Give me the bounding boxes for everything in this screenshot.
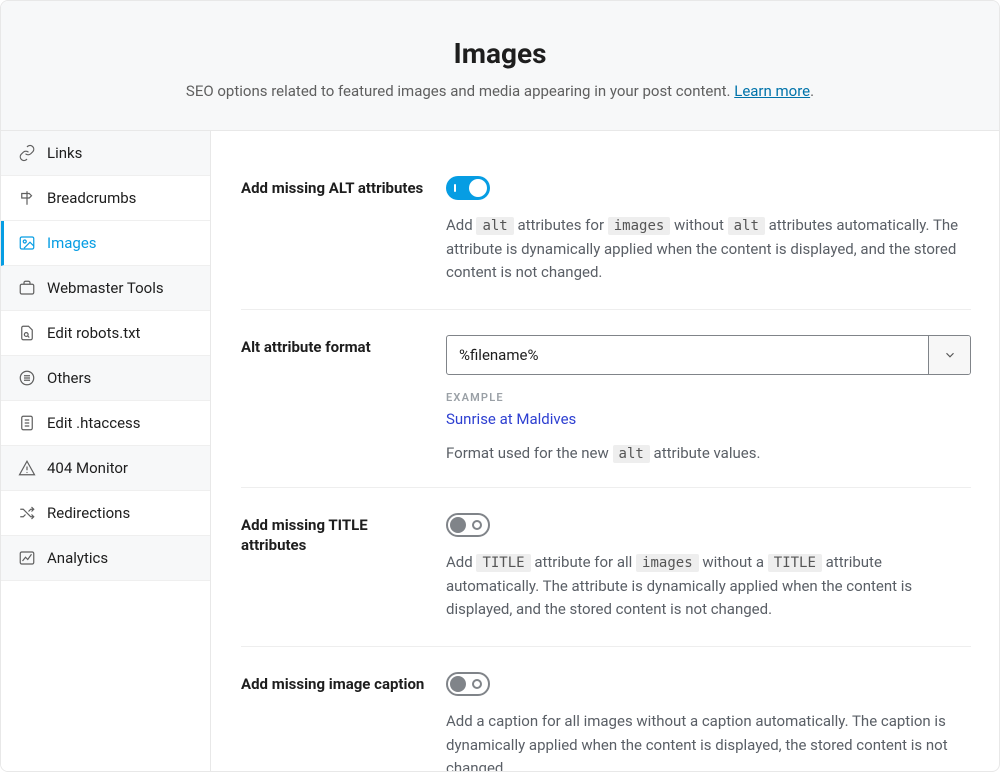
sidebar-item-label: Edit robots.txt: [47, 324, 140, 342]
sidebar-item-label: Links: [47, 144, 82, 162]
select-value: %filename%: [447, 336, 928, 374]
example-label: EXAMPLE: [446, 391, 971, 404]
sidebar-item-label: Edit .htaccess: [47, 414, 141, 432]
setting-title-missing: Add missing TITLE attributes Add TITLE a…: [241, 488, 971, 647]
sidebar-item-analytics[interactable]: Analytics: [1, 536, 210, 581]
sidebar-item-breadcrumbs[interactable]: Breadcrumbs: [1, 176, 210, 221]
sidebar-item-edit-htaccess[interactable]: Edit .htaccess: [1, 401, 210, 446]
chevron-down-icon: [928, 336, 970, 374]
sidebar-item-label: Breadcrumbs: [47, 189, 136, 207]
page-title: Images: [21, 37, 979, 70]
settings-content: Add missing ALT attributes Add alt attri…: [211, 131, 999, 771]
shuffle-icon: [17, 503, 37, 523]
setting-description: Add TITLE attribute for all images witho…: [446, 551, 971, 621]
page-header: Images SEO options related to featured i…: [1, 1, 999, 131]
image-icon: [17, 233, 37, 253]
setting-label: Add missing TITLE attributes: [241, 513, 426, 621]
setting-label: Add missing image caption: [241, 672, 426, 771]
sidebar-item-label: Others: [47, 369, 91, 387]
toggle-title-missing[interactable]: [446, 513, 490, 537]
example-value: Sunrise at Maldives: [446, 410, 971, 428]
signpost-icon: [17, 188, 37, 208]
chart-icon: [17, 548, 37, 568]
sidebar-item-label: Images: [47, 234, 97, 252]
sidebar-item-label: Redirections: [47, 504, 130, 522]
sidebar-item-label: Analytics: [47, 549, 108, 567]
settings-panel: Images SEO options related to featured i…: [0, 0, 1000, 772]
sidebar-item-404-monitor[interactable]: 404 Monitor: [1, 446, 210, 491]
briefcase-icon: [17, 278, 37, 298]
setting-description: Add a caption for all images without a c…: [446, 710, 971, 771]
file-search-icon: [17, 323, 37, 343]
sidebar-item-webmaster-tools[interactable]: Webmaster Tools: [1, 266, 210, 311]
sidebar-item-redirections[interactable]: Redirections: [1, 491, 210, 536]
learn-more-link[interactable]: Learn more: [734, 82, 810, 100]
alt-format-select[interactable]: %filename%: [446, 335, 971, 375]
sidebar-item-label: Webmaster Tools: [47, 279, 164, 297]
setting-alt-missing: Add missing ALT attributes Add alt attri…: [241, 161, 971, 310]
sidebar: Links Breadcrumbs Images Webmaster Tools: [1, 131, 211, 771]
list-circle-icon: [17, 368, 37, 388]
alert-icon: [17, 458, 37, 478]
setting-description: Add alt attributes for images without al…: [446, 214, 971, 284]
setting-caption-missing: Add missing image caption Add a caption …: [241, 647, 971, 771]
sidebar-item-label: 404 Monitor: [47, 459, 128, 477]
sidebar-item-links[interactable]: Links: [1, 131, 210, 176]
sidebar-item-others[interactable]: Others: [1, 356, 210, 401]
document-icon: [17, 413, 37, 433]
setting-label: Alt attribute format: [241, 335, 426, 462]
format-description: Format used for the new alt attribute va…: [446, 444, 971, 462]
page-subtitle: SEO options related to featured images a…: [21, 82, 979, 100]
link-icon: [17, 143, 37, 163]
toggle-caption-missing[interactable]: [446, 672, 490, 696]
setting-label: Add missing ALT attributes: [241, 176, 426, 284]
toggle-alt-missing[interactable]: [446, 176, 490, 200]
setting-alt-format: Alt attribute format %filename% EXAMPLE …: [241, 310, 971, 488]
sidebar-item-edit-robots[interactable]: Edit robots.txt: [1, 311, 210, 356]
sidebar-item-images[interactable]: Images: [1, 221, 210, 266]
